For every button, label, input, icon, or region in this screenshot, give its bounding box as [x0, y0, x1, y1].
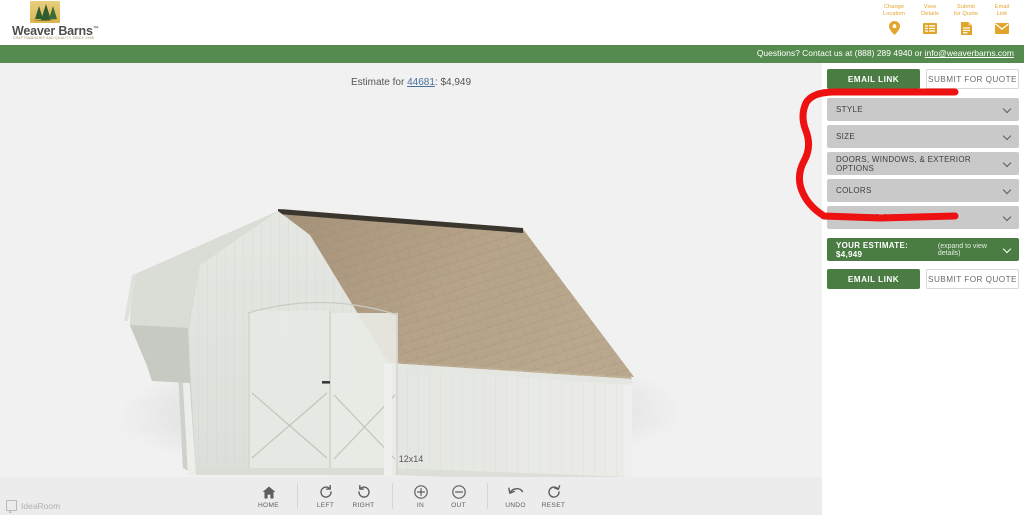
toolbar-divider [391, 483, 393, 509]
nav-view-details-label: View Details [921, 4, 939, 17]
reset-icon [547, 483, 561, 501]
configurator-app: Weaver Barns™ CRAFTSMANSHIP AND QUALITY … [0, 0, 1024, 515]
brand-tagline: CRAFTSMANSHIP AND QUALITY SINCE 1998 [13, 36, 94, 40]
contact-bar-text: Questions? Contact us at (888) 289 4940 … [757, 48, 1014, 58]
toolbar-rotate-right-label: RIGHT [352, 502, 375, 509]
your-estimate-label: YOUR ESTIMATE: $4,949 [836, 240, 909, 259]
barn-doors [247, 301, 399, 475]
accordion-section-doors-windows-exterior-options[interactable]: DOORS, WINDOWS, & EXTERIOR OPTIONS [827, 152, 1019, 175]
zoom-out-icon [451, 483, 466, 501]
barn-3d-model[interactable] [0, 63, 822, 515]
accordion-section-size-label: SIZE [836, 132, 855, 141]
accordion-section-colors-label: COLORS [836, 186, 872, 195]
contact-joiner: or [912, 48, 925, 58]
panel-top-button-row: EMAIL LINK SUBMIT FOR QUOTE [827, 69, 1019, 89]
accordion-section-style-label: STYLE [836, 105, 863, 114]
toolbar-rotate-left-label: LEFT [316, 502, 335, 509]
top-navigation: Change Location View Details Submit for … [876, 4, 1020, 35]
document-icon [960, 21, 972, 35]
rotate-right-icon [357, 483, 371, 501]
accordion-section-size[interactable]: SIZE [827, 125, 1019, 148]
nav-submit-for-quote-label: Submit for Quote [953, 4, 979, 17]
toolbar-reset-button[interactable]: RESET [535, 483, 573, 509]
toolbar-zoom-in-label: IN [416, 502, 425, 509]
email-link-button-bottom[interactable]: EMAIL LINK [827, 269, 920, 289]
accordion-section-colors[interactable]: COLORS [827, 179, 1019, 202]
chevron-down-icon [1002, 104, 1012, 113]
your-estimate-hint: (expand to view details) [937, 242, 987, 257]
idearoom-label: IdeaRoom [21, 500, 61, 511]
chevron-down-icon [1002, 131, 1012, 140]
toolbar-zoom-out-button[interactable]: OUT [440, 483, 478, 509]
submit-for-quote-button-bottom[interactable]: SUBMIT FOR QUOTE [926, 269, 1019, 289]
your-estimate-bar[interactable]: YOUR ESTIMATE: $4,949 (expand to view de… [827, 238, 1019, 261]
rotate-left-icon [319, 483, 333, 501]
envelope-icon [995, 21, 1009, 35]
toolbar-undo-button[interactable]: UNDO [497, 483, 535, 509]
accordion-section-flooring-label: FLOORING & INTERIOR [836, 213, 932, 222]
model-size-label: 12x14 [398, 454, 424, 464]
viewer-toolbar: HOME LEFT RIGHT IN OUT UNDO RESET [0, 477, 822, 515]
accordion-section-doors-label: DOORS, WINDOWS, & EXTERIOR OPTIONS [836, 154, 971, 173]
submit-for-quote-button-top[interactable]: SUBMIT FOR QUOTE [926, 69, 1019, 89]
nav-email-link[interactable]: Email Link [984, 4, 1020, 35]
list-icon [923, 21, 937, 35]
nav-change-location[interactable]: Change Location [876, 4, 912, 35]
options-accordion: STYLE SIZE DOORS, WINDOWS, & EXTERIOR OP… [827, 98, 1019, 229]
toolbar-divider [296, 483, 298, 509]
home-icon [262, 483, 276, 501]
zoom-in-icon [413, 483, 428, 501]
toolbar-home-label: HOME [258, 502, 279, 509]
accordion-section-style[interactable]: STYLE [827, 98, 1019, 121]
trees-logo-icon [30, 1, 60, 23]
toolbar-zoom-in-button[interactable]: IN [402, 483, 440, 509]
accordion-section-flooring-interior[interactable]: FLOORING & INTERIOR [827, 206, 1019, 229]
toolbar-divider [486, 483, 488, 509]
nav-view-details[interactable]: View Details [912, 4, 948, 35]
toolbar-home-button[interactable]: HOME [250, 483, 288, 509]
brand-logo[interactable]: Weaver Barns™ CRAFTSMANSHIP AND QUALITY … [8, 0, 99, 42]
toolbar-rotate-right-button[interactable]: RIGHT [345, 483, 383, 509]
chevron-down-icon [1002, 185, 1012, 194]
contact-phone: (888) 289 4940 [854, 48, 913, 58]
contact-email-link[interactable]: info@weaverbarns.com [925, 48, 1014, 58]
panel-bottom-button-row: EMAIL LINK SUBMIT FOR QUOTE [827, 269, 1019, 289]
site-header: Weaver Barns™ CRAFTSMANSHIP AND QUALITY … [0, 0, 1024, 45]
toolbar-reset-label: RESET [541, 502, 566, 509]
configurator-panel: EMAIL LINK SUBMIT FOR QUOTE STYLE SIZE D… [822, 63, 1024, 515]
nav-email-link-label: Email Link [994, 4, 1010, 17]
chevron-down-icon [1002, 212, 1012, 221]
toolbar-undo-label: UNDO [505, 502, 526, 509]
idearoom-icon [6, 500, 17, 513]
nav-submit-for-quote[interactable]: Submit for Quote [948, 4, 984, 35]
brand-trademark: ™ [92, 25, 99, 32]
contact-bar: Questions? Contact us at (888) 289 4940 … [0, 45, 1024, 63]
idearoom-watermark: IdeaRoom [6, 500, 61, 513]
model-viewport[interactable]: Estimate for 44681: $4,949 12x14 HOME LE… [0, 63, 822, 515]
nav-change-location-label: Change Location [883, 4, 905, 17]
email-link-button-top[interactable]: EMAIL LINK [827, 69, 920, 89]
toolbar-zoom-out-label: OUT [451, 502, 466, 509]
map-pin-icon [888, 21, 900, 35]
toolbar-rotate-left-button[interactable]: LEFT [307, 483, 345, 509]
undo-icon [507, 483, 524, 501]
contact-prefix: Questions? Contact us at [756, 48, 855, 58]
